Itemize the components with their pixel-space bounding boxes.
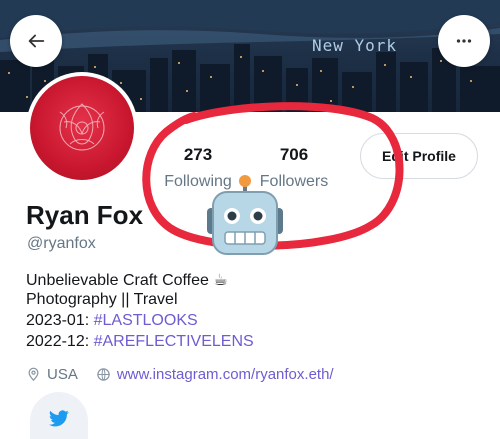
bio-date-label: 2023-01: — [26, 312, 94, 329]
more-horizontal-icon — [456, 39, 472, 43]
bio-line-3: 2023-01: #LASTLOOKS — [26, 312, 198, 330]
globe-icon — [96, 367, 111, 382]
hashtag-link[interactable]: #AREFLECTIVELENS — [94, 333, 254, 350]
website-link[interactable]: www.instagram.com/ryanfox.eth/ — [117, 366, 334, 383]
more-options-button[interactable] — [438, 15, 490, 67]
bio-line-2: Photography || Travel — [26, 291, 178, 308]
bio-date-label: 2022-12: — [26, 333, 94, 350]
edit-profile-button[interactable]: Edit Profile — [360, 133, 478, 179]
avatar-image — [30, 76, 134, 180]
following-count: 273 — [183, 145, 213, 164]
arrow-left-icon — [28, 34, 45, 48]
bio-line-1: Unbelievable Craft Coffee ☕ — [26, 272, 228, 289]
avatar-emblem-icon — [59, 103, 105, 151]
location-pin-icon — [26, 367, 41, 382]
followers-count: 706 — [279, 145, 309, 164]
bio-line-4: 2022-12: #AREFLECTIVELENS — [26, 333, 254, 351]
profile-handle: @ryanfox — [27, 235, 96, 252]
profile-name: Ryan Fox — [26, 200, 144, 230]
robot-face-icon — [207, 175, 283, 255]
profile-meta-row: USA www.instagram.com/ryanfox.eth/ — [26, 366, 334, 383]
location-text: USA — [47, 366, 78, 383]
twitter-icon — [49, 409, 69, 426]
hashtag-link[interactable]: #LASTLOOKS — [94, 312, 198, 329]
avatar[interactable] — [26, 72, 138, 184]
back-button[interactable] — [10, 15, 62, 67]
cover-caption: New York — [312, 36, 398, 55]
